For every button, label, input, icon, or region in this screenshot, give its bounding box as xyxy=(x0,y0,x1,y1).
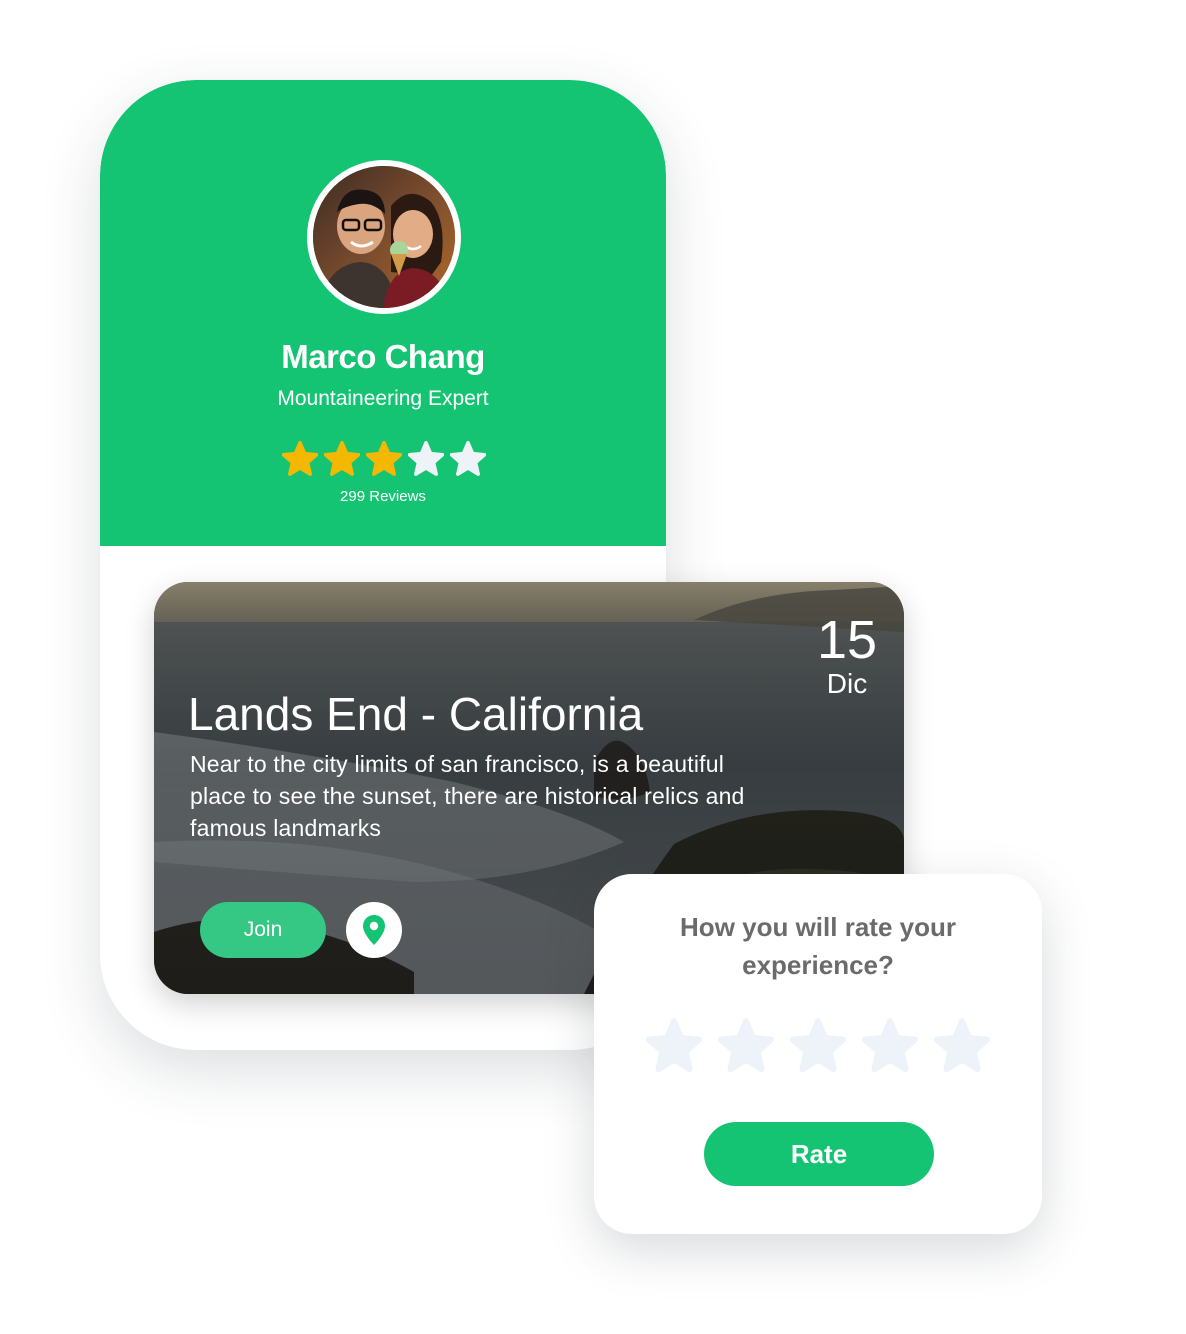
star-filled-icon xyxy=(324,441,360,477)
rating-star-5[interactable] xyxy=(934,1018,990,1074)
rating-star-4[interactable] xyxy=(862,1018,918,1074)
avatar[interactable] xyxy=(307,160,461,314)
profile-role: Mountaineering Expert xyxy=(277,387,489,410)
reviews-count[interactable]: 299 Reviews xyxy=(100,488,666,505)
rating-star-3[interactable] xyxy=(790,1018,846,1074)
rate-button[interactable]: Rate xyxy=(704,1122,934,1186)
star-empty-icon xyxy=(450,441,486,477)
rating-question: How you will rate your experience? xyxy=(680,912,956,980)
rating-card: How you will rate your experience? Rate xyxy=(594,874,1042,1234)
star-empty-icon xyxy=(408,441,444,477)
location-button[interactable] xyxy=(346,902,402,958)
rating-star-2[interactable] xyxy=(718,1018,774,1074)
join-button[interactable]: Join xyxy=(200,902,326,958)
map-pin-icon xyxy=(363,915,385,945)
star-filled-icon xyxy=(282,441,318,477)
app-showcase: Marco Chang Mountaineering Expert 299 Re… xyxy=(0,0,1186,1334)
rating-stars-input[interactable] xyxy=(646,1018,996,1074)
event-description: Near to the city limits of san francisco… xyxy=(190,751,745,841)
profile-rating-stars xyxy=(282,441,492,477)
star-filled-icon xyxy=(366,441,402,477)
event-month: Dic xyxy=(826,668,868,699)
profile-name: Marco Chang xyxy=(281,338,485,375)
profile-header: Marco Chang Mountaineering Expert 299 Re… xyxy=(100,80,666,546)
event-title: Lands End - California xyxy=(188,688,644,740)
event-day: 15 xyxy=(816,610,878,670)
rating-star-1[interactable] xyxy=(646,1018,702,1074)
